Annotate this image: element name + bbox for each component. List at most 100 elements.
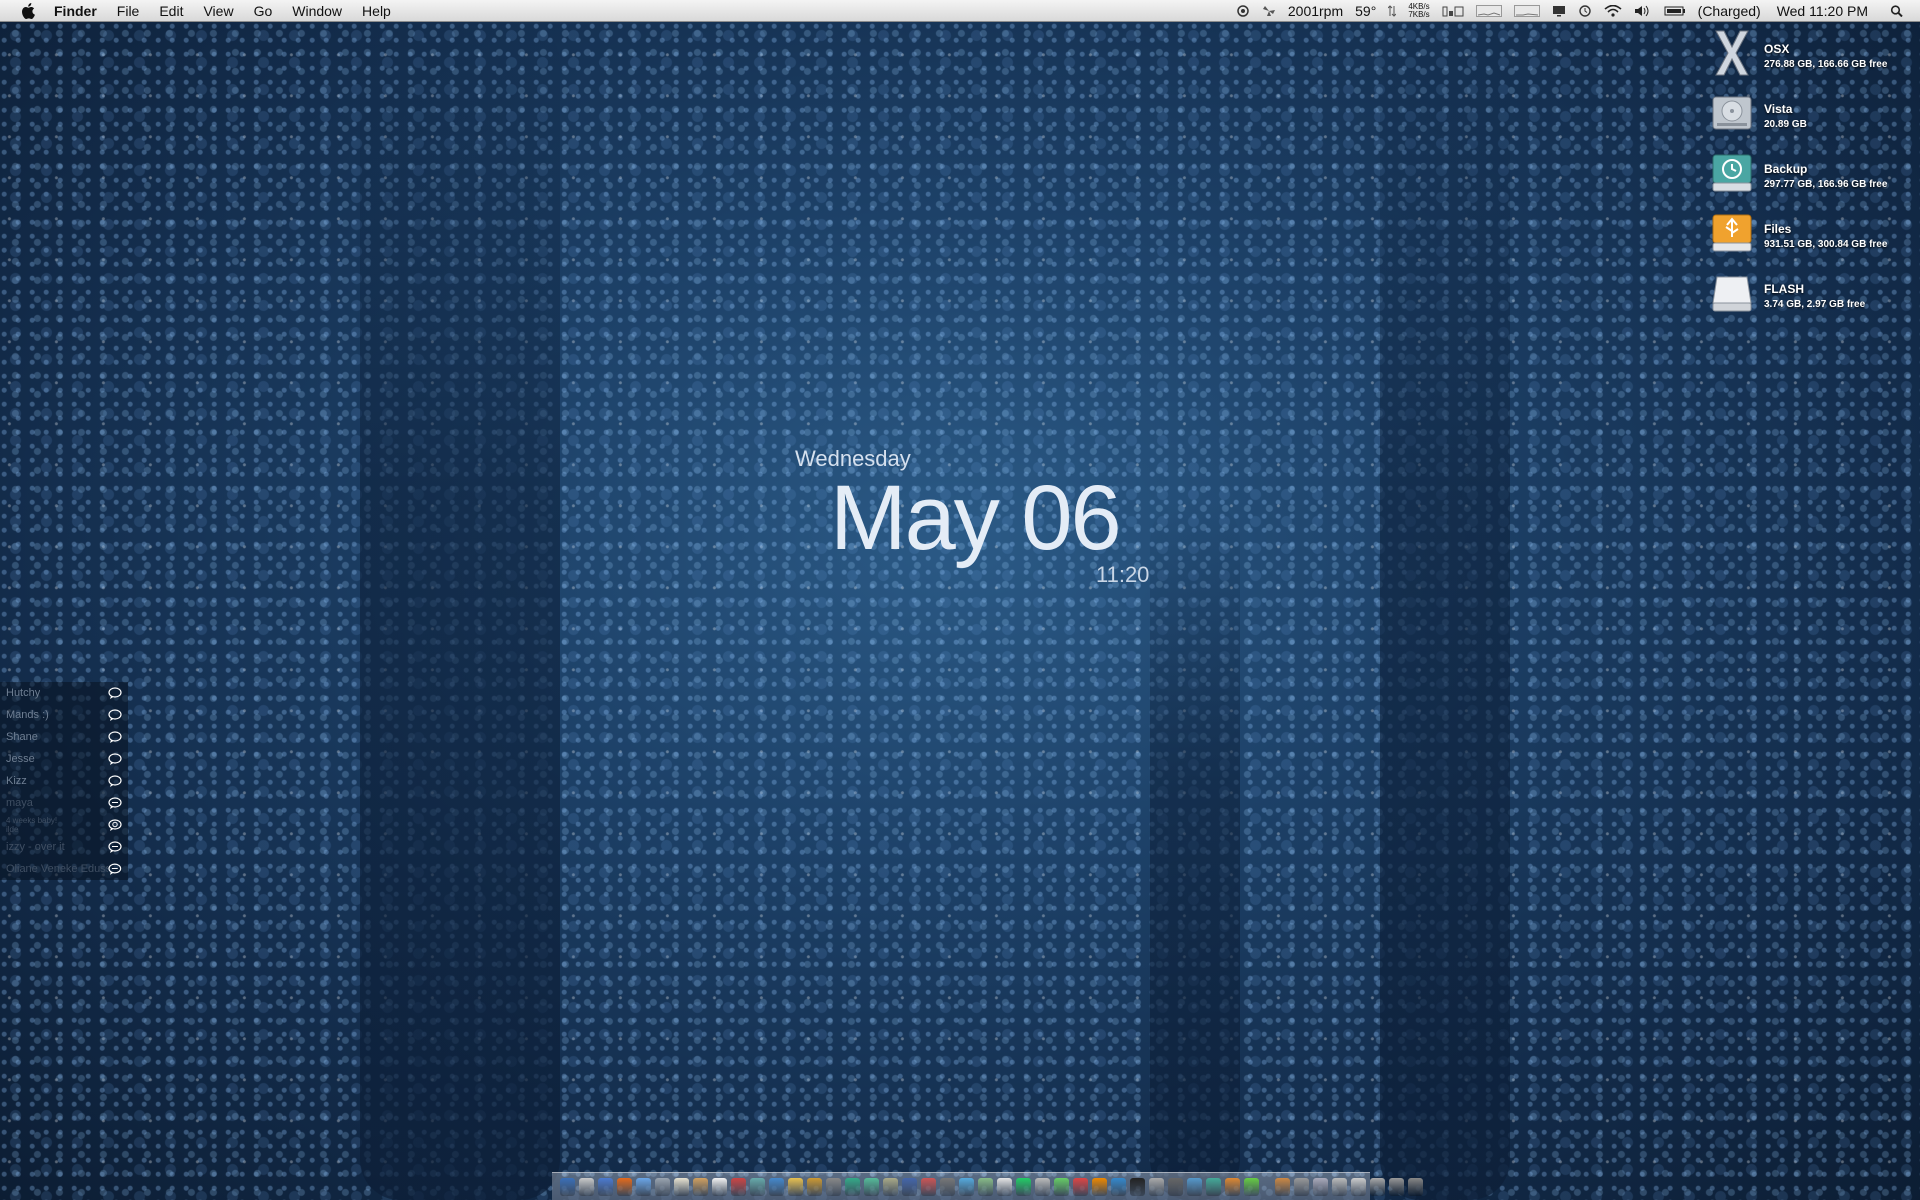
buddy-list: Hutchy Mands :) Shane Jesse Kizz maya 4 … [0,682,128,880]
list-item[interactable]: 4 weeks baby! ilde [0,814,128,836]
drive-flash[interactable]: FLASH 3.74 GB, 2.97 GB free [1710,268,1920,328]
dock-app-icon[interactable] [560,1177,575,1196]
list-item[interactable]: Shane [0,726,128,748]
dock-app-icon[interactable] [1275,1177,1290,1196]
dock-app-icon[interactable] [674,1177,689,1196]
buddy-status: ilde [6,825,19,834]
dock-app-icon[interactable] [1092,1177,1107,1196]
temperature-readout[interactable]: 59° [1349,0,1382,22]
dock-app-icon[interactable] [1206,1177,1221,1196]
dock-app-icon[interactable] [636,1177,651,1196]
apple-menu-icon[interactable] [18,0,38,22]
usb-drive-icon [1710,208,1754,258]
dock-app-icon[interactable] [617,1177,632,1196]
drive-osx[interactable]: OSX 276.88 GB, 166.66 GB free [1710,28,1920,88]
list-item[interactable]: Kizz [0,770,128,792]
buddy-name: Hutchy [6,687,41,699]
dock-app-icon[interactable] [940,1177,955,1196]
dock-app-icon[interactable] [1294,1177,1309,1196]
dock-app-icon[interactable] [1073,1177,1088,1196]
fan-speed-readout[interactable]: 2001rpm [1282,0,1349,22]
wallpaper [0,22,1920,1200]
menu-window[interactable]: Window [282,0,352,22]
dock-app-icon[interactable] [1225,1177,1240,1196]
drive-info: 3.74 GB, 2.97 GB free [1764,299,1866,310]
buddy-name: Mands :) [6,709,49,721]
dock-app-icon[interactable] [1111,1177,1126,1196]
dock-app-icon[interactable] [978,1177,993,1196]
spotlight-search-icon[interactable] [1884,4,1910,17]
battery-status[interactable]: (Charged) [1692,0,1767,22]
menu-file[interactable]: File [107,0,150,22]
menubar-clock[interactable]: Wed 11:20 PM [1767,0,1884,22]
dock-app-icon[interactable] [1332,1177,1347,1196]
dock-app-icon[interactable] [769,1177,784,1196]
drive-backup[interactable]: Backup 297.77 GB, 166.96 GB free [1710,148,1920,208]
chat-bubble-icon [108,753,122,765]
dock-app-icon[interactable] [1187,1177,1202,1196]
drive-files[interactable]: Files 931.51 GB, 300.84 GB free [1710,208,1920,268]
osx-x-icon [1710,28,1754,78]
dock-app-icon[interactable] [579,1177,594,1196]
dock-app-icon[interactable] [712,1177,727,1196]
dock-app-icon[interactable] [864,1177,879,1196]
time-machine-icon[interactable] [1572,4,1598,17]
list-item[interactable]: izzy - over it [0,836,128,858]
dock-app-icon[interactable] [921,1177,936,1196]
menu-edit[interactable]: Edit [149,0,193,22]
wifi-icon[interactable] [1598,4,1628,17]
menu-view[interactable]: View [193,0,243,22]
drive-name: Vista [1764,102,1793,116]
menu-help[interactable]: Help [352,0,401,22]
buddy-name: izzy - over it [6,841,65,853]
dock-app-icon[interactable] [997,1177,1012,1196]
dock-app-icon[interactable] [807,1177,822,1196]
dock-app-icon[interactable] [1130,1177,1145,1196]
dock-app-icon[interactable] [750,1177,765,1196]
menu-go[interactable]: Go [244,0,283,22]
dock-app-icon[interactable] [1035,1177,1050,1196]
dock-app-icon[interactable] [1168,1177,1183,1196]
cpu-graph-icon[interactable] [1470,4,1508,17]
dock-app-icon[interactable] [1244,1177,1259,1196]
dock-app-icon[interactable] [693,1177,708,1196]
dock-app-icon[interactable] [788,1177,803,1196]
wallpaper-streak [360,22,560,1200]
dock-app-icon[interactable] [1408,1177,1423,1196]
dock-app-icon[interactable] [1016,1177,1031,1196]
dock-app-icon[interactable] [1054,1177,1069,1196]
time-machine-drive-icon [1710,148,1754,198]
dock-app-icon[interactable] [1370,1177,1385,1196]
list-item[interactable]: maya [0,792,128,814]
dock-app-icon[interactable] [902,1177,917,1196]
fan-icon[interactable] [1256,5,1282,17]
dock-app-icon[interactable] [959,1177,974,1196]
status-monitor-icon[interactable] [1230,4,1256,17]
display-icon[interactable] [1546,5,1572,17]
disk-graph-icon[interactable] [1508,4,1546,17]
dock-app-icon[interactable] [845,1177,860,1196]
dock-app-icon[interactable] [883,1177,898,1196]
buddy-name: 4 weeks baby! [6,816,58,825]
menu-bar: Finder File Edit View Go Window Help 200… [0,0,1920,22]
battery-icon[interactable] [1658,5,1692,17]
menu-app-finder[interactable]: Finder [50,0,107,22]
dock-app-icon[interactable] [1351,1177,1366,1196]
drive-name: OSX [1764,42,1790,56]
dock-app-icon[interactable] [1149,1177,1164,1196]
list-item[interactable]: Mands :) [0,704,128,726]
volume-icon[interactable] [1628,5,1658,17]
list-item[interactable]: Oliane Veneke Eduss [0,858,128,880]
dock-app-icon[interactable] [598,1177,613,1196]
dock-app-icon[interactable] [1389,1177,1404,1196]
memory-meter-icon[interactable] [1436,5,1470,17]
drive-vista[interactable]: Vista 20.89 GB [1710,88,1920,148]
dock-app-icon[interactable] [826,1177,841,1196]
list-item[interactable]: Jesse [0,748,128,770]
dock-app-icon[interactable] [655,1177,670,1196]
dock-app-icon[interactable] [731,1177,746,1196]
drive-name: Files [1764,222,1792,236]
list-item[interactable]: Hutchy [0,682,128,704]
dock-app-icon[interactable] [1313,1177,1328,1196]
network-throughput[interactable]: 4KB/s 7KB/s [1402,2,1435,19]
